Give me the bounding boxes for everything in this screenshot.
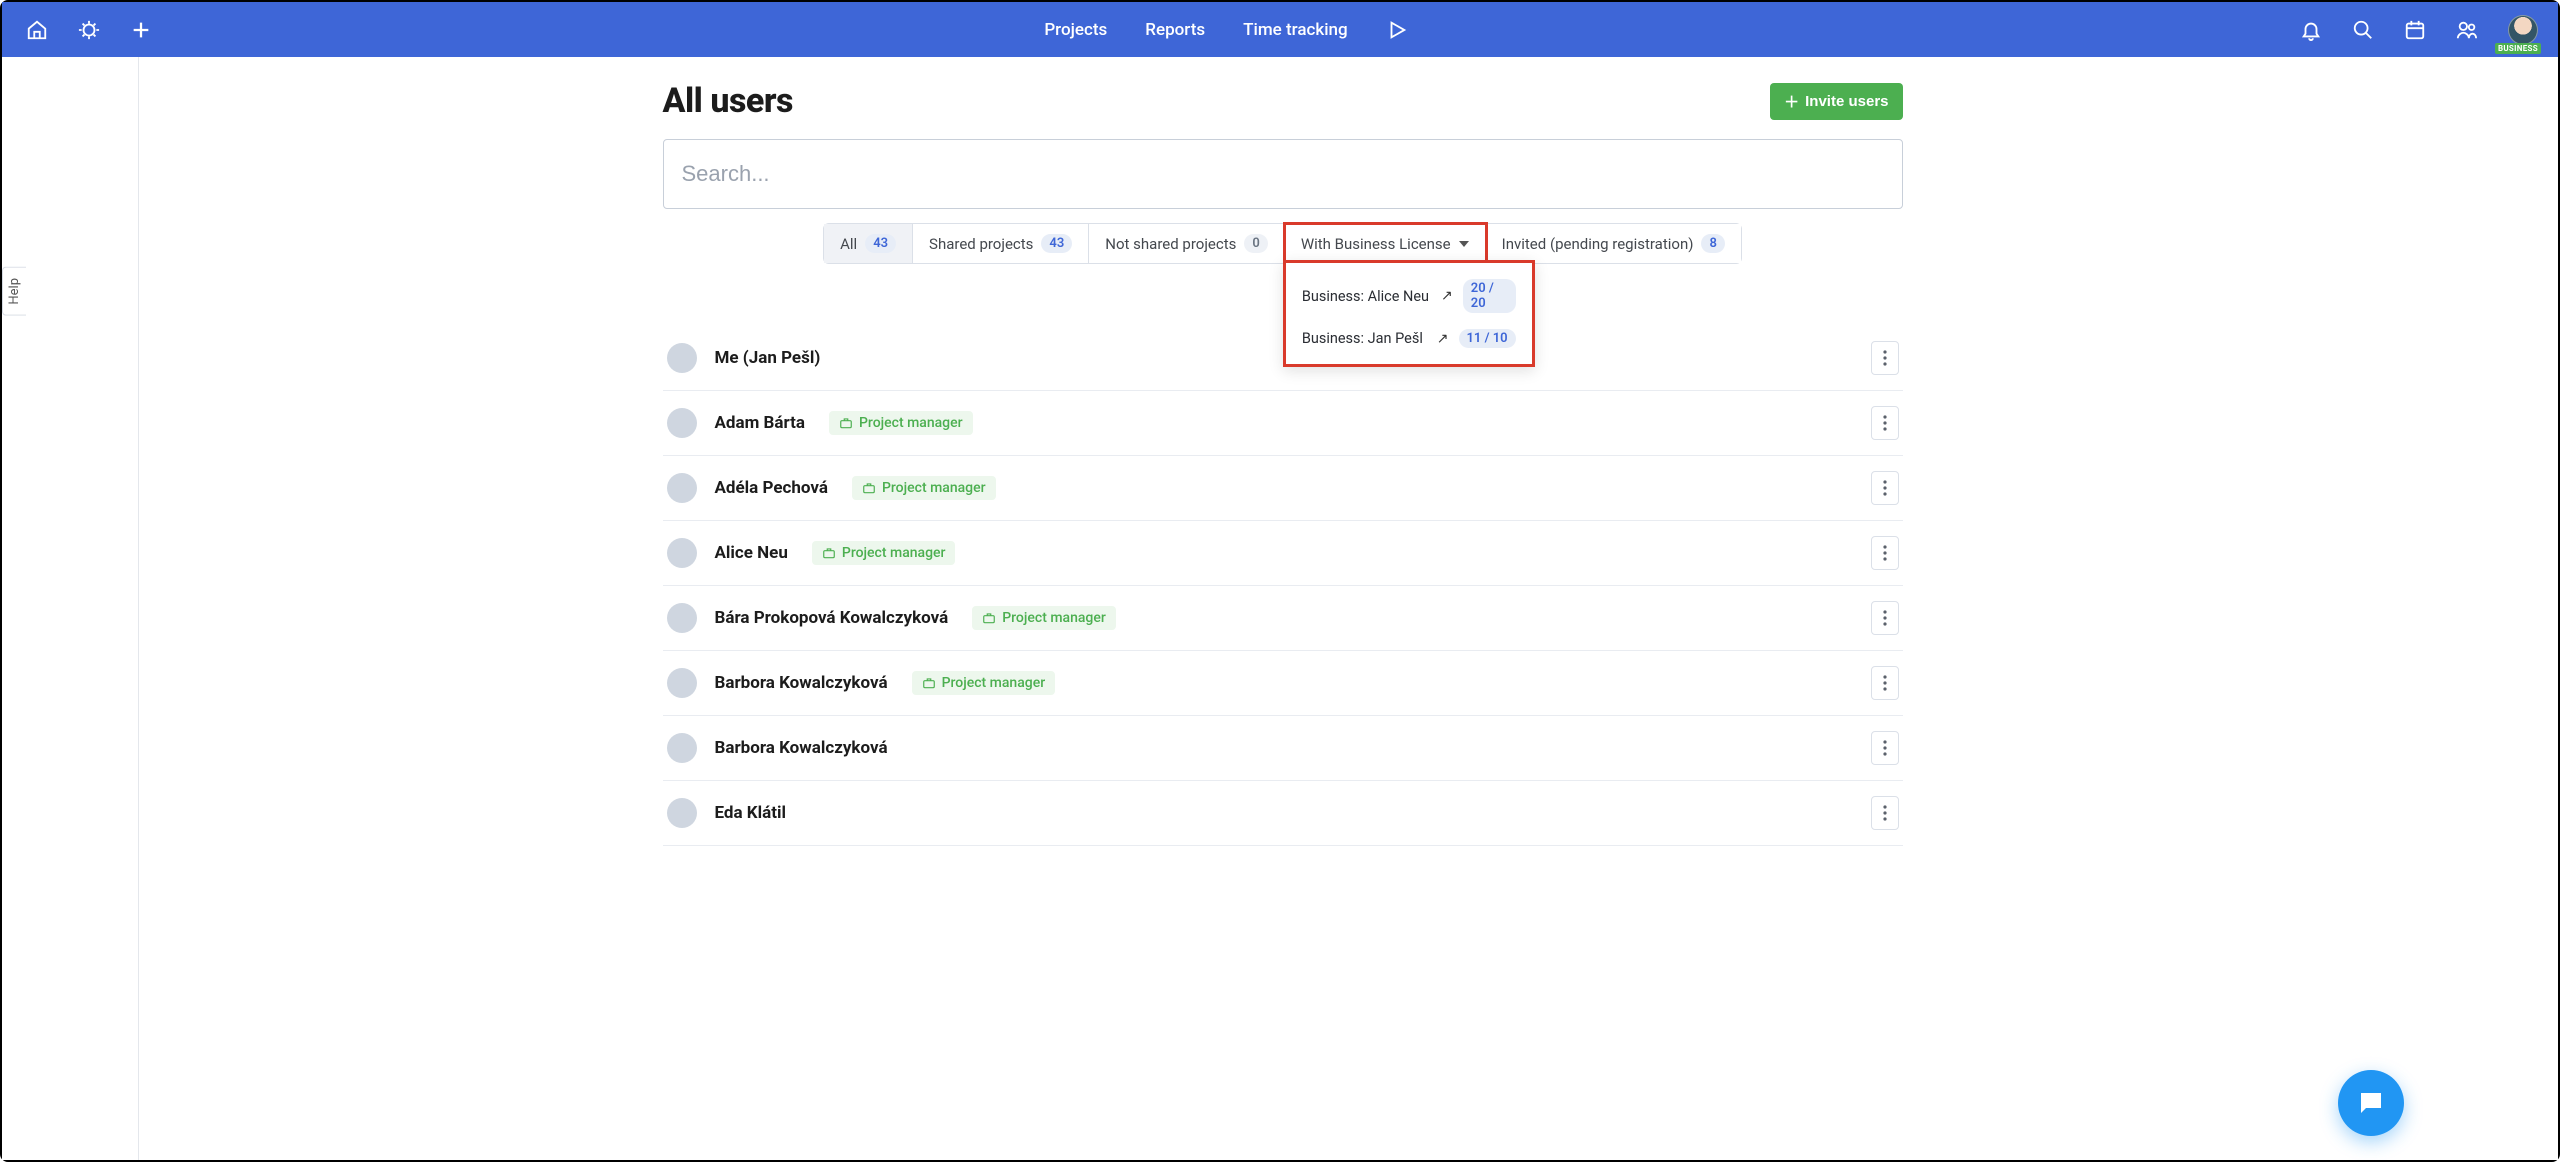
nav-projects[interactable]: Projects xyxy=(1044,20,1107,40)
calendar-icon[interactable] xyxy=(2404,19,2426,41)
user-name: Eda Klátil xyxy=(715,803,786,823)
business-badge: BUSINESS xyxy=(2495,43,2541,54)
license-option-label: Business: Alice Neu xyxy=(1302,288,1429,305)
kebab-icon xyxy=(1883,675,1887,691)
search-box[interactable] xyxy=(663,139,1903,209)
filter-with-license[interactable]: With Business License Business: Alice Ne… xyxy=(1285,224,1486,263)
filter-invited[interactable]: Invited (pending registration) 8 xyxy=(1486,224,1741,263)
left-gutter: Help xyxy=(2,57,138,1160)
avatar xyxy=(667,473,697,503)
kebab-icon xyxy=(1883,610,1887,626)
kebab-icon xyxy=(1883,350,1887,366)
right-gutter xyxy=(2438,57,2558,1160)
filter-not-shared-count: 0 xyxy=(1244,234,1267,253)
home-icon[interactable] xyxy=(26,19,48,41)
user-row[interactable]: Adam Bárta Project manager xyxy=(663,391,1903,456)
role-badge: Project manager xyxy=(812,541,956,565)
chat-icon xyxy=(2356,1088,2386,1118)
user-name: Bára Prokopová Kowalczyková xyxy=(715,608,949,628)
filter-all[interactable]: All 43 xyxy=(824,224,913,263)
kebab-icon xyxy=(1883,415,1887,431)
user-row[interactable]: Adéla Pechová Project manager xyxy=(663,456,1903,521)
filter-all-count: 43 xyxy=(865,234,896,253)
kebab-icon xyxy=(1883,740,1887,756)
license-option[interactable]: Business: Jan Pešl ↗ 11 / 10 xyxy=(1286,321,1532,356)
user-name: Barbora Kowalczyková xyxy=(715,673,888,693)
nav-reports[interactable]: Reports xyxy=(1145,20,1205,40)
license-option-label: Business: Jan Pešl xyxy=(1302,330,1423,347)
arrow-ne-icon: ↗ xyxy=(1437,331,1449,347)
user-row[interactable]: Barbora Kowalczyková xyxy=(663,716,1903,781)
filter-not-shared-label: Not shared projects xyxy=(1105,235,1236,253)
license-dropdown: Business: Alice Neu ↗ 20 / 20 Business: … xyxy=(1283,260,1535,367)
invite-users-button[interactable]: ＋ Invite users xyxy=(1770,83,1902,120)
kebab-icon xyxy=(1883,480,1887,496)
filter-shared-count: 43 xyxy=(1041,234,1072,253)
chat-fab[interactable] xyxy=(2338,1070,2404,1136)
avatar xyxy=(667,538,697,568)
role-badge: Project manager xyxy=(912,671,1056,695)
filter-with-license-label: With Business License xyxy=(1301,235,1451,253)
user-name: Me (Jan Pešl) xyxy=(715,348,821,368)
play-icon[interactable] xyxy=(1386,19,1408,41)
chevron-down-icon xyxy=(1459,241,1469,247)
role-badge: Project manager xyxy=(972,606,1116,630)
people-icon[interactable] xyxy=(2456,19,2478,41)
license-option[interactable]: Business: Alice Neu ↗ 20 / 20 xyxy=(1286,271,1532,321)
user-name: Adéla Pechová xyxy=(715,478,828,498)
license-option-ratio: 11 / 10 xyxy=(1459,329,1516,348)
user-row[interactable]: Alice Neu Project manager xyxy=(663,521,1903,586)
filter-shared-label: Shared projects xyxy=(929,235,1033,253)
bell-icon[interactable] xyxy=(2300,19,2322,41)
user-row[interactable]: Bára Prokopová Kowalczyková Project manag… xyxy=(663,586,1903,651)
user-name: Adam Bárta xyxy=(715,413,805,433)
filter-tabs: All 43 Shared projects 43 Not shared pro… xyxy=(823,223,1742,264)
license-option-ratio: 20 / 20 xyxy=(1463,279,1516,313)
user-name: Alice Neu xyxy=(715,543,788,563)
filter-shared[interactable]: Shared projects 43 xyxy=(913,224,1089,263)
page-title: All users xyxy=(663,81,793,121)
search-icon[interactable] xyxy=(2352,19,2374,41)
row-menu-button[interactable] xyxy=(1871,536,1899,570)
avatar xyxy=(667,343,697,373)
help-tab[interactable]: Help xyxy=(2,267,26,316)
row-menu-button[interactable] xyxy=(1871,731,1899,765)
avatar xyxy=(667,408,697,438)
plus-icon[interactable] xyxy=(130,19,152,41)
role-badge: Project manager xyxy=(852,476,996,500)
kebab-icon xyxy=(1883,545,1887,561)
user-name: Barbora Kowalczyková xyxy=(715,738,888,758)
user-list: Me (Jan Pešl)Adam BártaProject managerAd… xyxy=(663,326,1903,846)
row-menu-button[interactable] xyxy=(1871,406,1899,440)
nav-time-tracking[interactable]: Time tracking xyxy=(1243,20,1348,40)
plus-icon: ＋ xyxy=(1784,91,1799,112)
avatar xyxy=(667,733,697,763)
user-row[interactable]: Barbora Kowalczyková Project manager xyxy=(663,651,1903,716)
filter-invited-count: 8 xyxy=(1701,234,1724,253)
row-menu-button[interactable] xyxy=(1871,796,1899,830)
filter-all-label: All xyxy=(840,235,857,253)
row-menu-button[interactable] xyxy=(1871,471,1899,505)
kebab-icon xyxy=(1883,805,1887,821)
filter-invited-label: Invited (pending registration) xyxy=(1502,235,1694,253)
avatar xyxy=(667,603,697,633)
topbar: Projects Reports Time tracking BUSINESS xyxy=(2,2,2558,57)
filter-not-shared[interactable]: Not shared projects 0 xyxy=(1089,224,1285,263)
gear-icon[interactable] xyxy=(78,19,100,41)
arrow-ne-icon: ↗ xyxy=(1441,288,1453,304)
row-menu-button[interactable] xyxy=(1871,666,1899,700)
search-input[interactable] xyxy=(682,161,1884,187)
role-badge: Project manager xyxy=(829,411,973,435)
row-menu-button[interactable] xyxy=(1871,341,1899,375)
avatar xyxy=(667,798,697,828)
invite-users-label: Invite users xyxy=(1805,93,1888,110)
row-menu-button[interactable] xyxy=(1871,601,1899,635)
avatar[interactable]: BUSINESS xyxy=(2508,15,2538,45)
user-row[interactable]: Eda Klátil xyxy=(663,781,1903,846)
avatar xyxy=(667,668,697,698)
